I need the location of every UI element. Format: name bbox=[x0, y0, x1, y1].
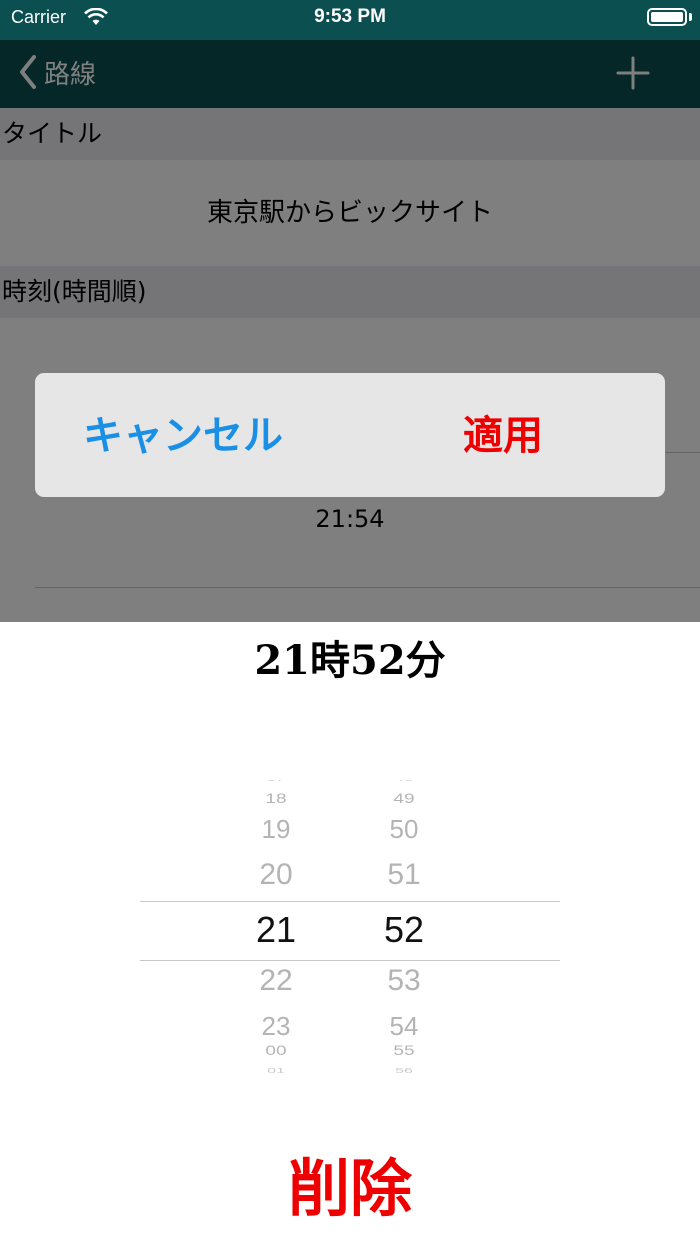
picker-hour-option[interactable]: 19 bbox=[226, 814, 326, 845]
cancel-button[interactable]: キャンセル bbox=[83, 403, 283, 461]
picker-selection-line bbox=[140, 960, 560, 961]
dim-overlay bbox=[0, 40, 700, 622]
picker-hour-option[interactable]: 21 bbox=[226, 909, 326, 951]
picker-hour-option[interactable]: 00 bbox=[226, 1043, 326, 1060]
picker-minute-option[interactable]: 56 bbox=[354, 1067, 454, 1075]
picker-minute-option[interactable]: 54 bbox=[354, 1011, 454, 1042]
picker-hour-option[interactable]: 20 bbox=[226, 858, 326, 892]
picker-hour-option[interactable]: 22 bbox=[226, 964, 326, 998]
status-bar: Carrier 9:53 PM bbox=[0, 0, 700, 40]
time-picker[interactable]: 17 18 19 20 21 22 2300 01 48 49 50 51 52 53 5455 56 bbox=[140, 780, 560, 1080]
picker-minute-option[interactable]: 51 bbox=[354, 858, 454, 892]
picker-minute-option[interactable]: 53 bbox=[354, 964, 454, 998]
picker-hour-option[interactable]: 23 bbox=[226, 1011, 326, 1042]
picker-hour-option[interactable]: 18 bbox=[226, 791, 326, 808]
picker-hour-option[interactable]: 17 bbox=[226, 780, 326, 783]
battery-icon bbox=[647, 8, 687, 26]
picker-selection-line bbox=[140, 901, 560, 902]
picker-minute-option[interactable]: 55 bbox=[354, 1043, 454, 1060]
picker-hour-option[interactable]: 01 bbox=[226, 1067, 326, 1075]
picker-minute-option[interactable]: 50 bbox=[354, 814, 454, 845]
apply-button[interactable]: 適用 bbox=[463, 403, 543, 461]
status-time: 9:53 PM bbox=[314, 6, 386, 27]
action-dialog: キャンセル 適用 bbox=[35, 373, 665, 497]
picker-minute-option[interactable]: 48 bbox=[354, 780, 454, 783]
delete-button[interactable]: 削除 bbox=[0, 1138, 700, 1228]
selected-time-label: 21時52分 bbox=[254, 637, 446, 684]
picker-minute-option[interactable]: 49 bbox=[354, 791, 454, 808]
picker-minute-option[interactable]: 52 bbox=[354, 909, 454, 951]
